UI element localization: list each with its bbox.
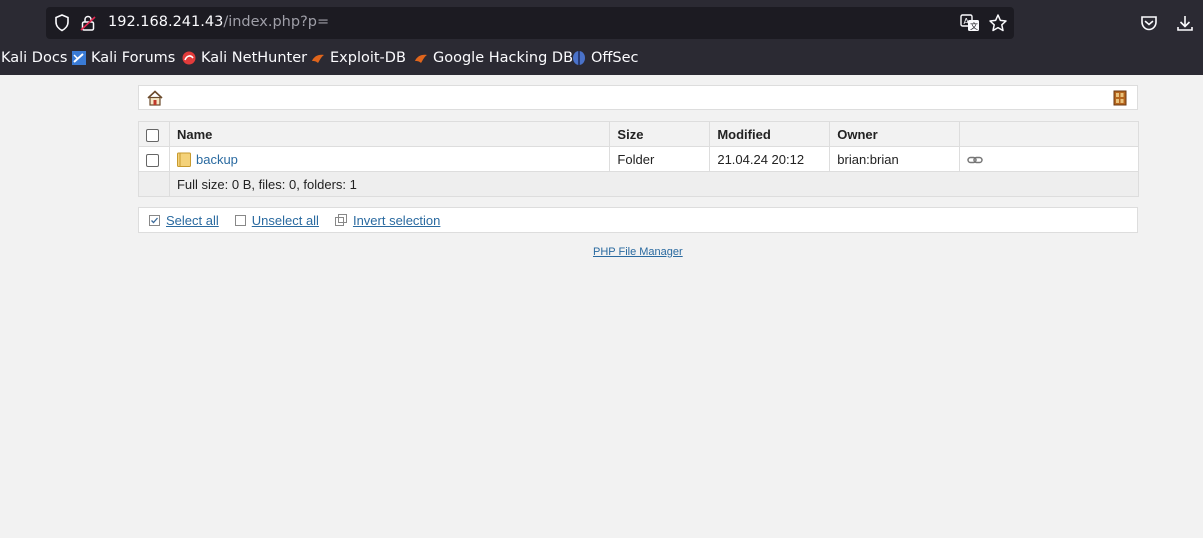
pocket-icon[interactable] xyxy=(1139,14,1159,32)
name-cell: backup xyxy=(168,146,611,172)
invert-selection-button[interactable]: Invert selection xyxy=(334,212,441,228)
folder-icon xyxy=(176,152,191,167)
bookmark-label: Google Hacking DB xyxy=(433,50,574,66)
bookmark-exploit-db[interactable]: Exploit-DB xyxy=(310,50,406,66)
column-header-owner[interactable]: Owner xyxy=(829,121,961,147)
select-all-checkbox-cell xyxy=(138,121,170,147)
bookmark-label: Kali NetHunter xyxy=(201,50,308,66)
table-summary-row: Full size: 0 B, files: 0, folders: 1 xyxy=(138,171,1140,197)
bookmarks-toolbar: Kali Docs Kali Forums Kali NetHunter Exp… xyxy=(0,46,1203,72)
url-host: 192.168.241.43 xyxy=(108,14,224,30)
google-hacking-db-icon xyxy=(415,54,427,63)
row-actions-cell xyxy=(959,146,1139,172)
modified-cell: 21.04.24 20:12 xyxy=(709,146,831,172)
translate-icon[interactable]: A 文 xyxy=(960,14,980,32)
direct-link-icon[interactable] xyxy=(967,155,983,165)
kali-nethunter-icon xyxy=(182,51,196,65)
row-checkbox[interactable] xyxy=(146,153,159,167)
selection-actions-bar: Select all Unselect all Invert selection xyxy=(138,207,1138,233)
exploit-db-icon xyxy=(312,54,324,63)
kali-forums-icon xyxy=(72,51,86,65)
php-file-manager-link[interactable]: PHP File Manager xyxy=(593,246,683,258)
summary-empty-cell xyxy=(138,171,170,197)
column-header-actions xyxy=(959,121,1139,147)
row-checkbox-cell xyxy=(138,146,170,172)
empty-box-icon xyxy=(234,214,246,226)
browser-chrome: 192.168.241.43/index.php?p= A 文 Kali Doc… xyxy=(0,0,1203,75)
folder-link-backup[interactable]: backup xyxy=(196,152,238,167)
path-bar xyxy=(138,85,1138,110)
invert-selection-icon xyxy=(334,214,347,226)
table-row: backup Folder 21.04.24 20:12 brian:brian xyxy=(138,146,1139,172)
unselect-all-button[interactable]: Unselect all xyxy=(234,212,319,228)
unselect-all-label: Unselect all xyxy=(251,212,319,228)
column-header-name[interactable]: Name xyxy=(168,121,611,147)
bookmark-offsec[interactable]: OffSec xyxy=(571,50,639,66)
insecure-lock-icon[interactable] xyxy=(80,14,96,32)
bookmark-kali-nethunter[interactable]: Kali NetHunter xyxy=(181,50,307,66)
bookmark-google-hacking-db[interactable]: Google Hacking DB xyxy=(413,50,573,66)
url-text[interactable]: 192.168.241.43/index.php?p= xyxy=(108,14,329,30)
column-header-modified[interactable]: Modified xyxy=(709,121,831,147)
url-path: /index.php?p= xyxy=(223,14,330,30)
bookmark-kali-forums[interactable]: Kali Forums xyxy=(71,50,175,66)
bookmark-label: Kali Docs xyxy=(1,50,68,66)
download-icon[interactable] xyxy=(1175,13,1195,33)
owner-cell: brian:brian xyxy=(829,146,961,172)
file-table: Name Size Modified Owner backup Folder 2… xyxy=(138,121,1140,197)
bookmark-label: Kali Forums xyxy=(91,50,176,66)
offsec-icon xyxy=(573,51,585,65)
invert-selection-label: Invert selection xyxy=(352,212,441,228)
bookmark-label: Exploit-DB xyxy=(330,50,406,66)
bookmark-star-icon[interactable] xyxy=(988,13,1008,33)
size-cell: Folder xyxy=(609,146,711,172)
column-header-size[interactable]: Size xyxy=(609,121,711,147)
select-all-button[interactable]: Select all xyxy=(149,213,219,228)
select-all-checkbox[interactable] xyxy=(146,128,159,142)
checked-box-icon xyxy=(149,214,160,226)
home-icon[interactable] xyxy=(146,89,164,107)
file-manager-page: Name Size Modified Owner backup Folder 2… xyxy=(0,75,1203,538)
select-all-label: Select all xyxy=(166,212,219,228)
logout-door-icon[interactable] xyxy=(1111,89,1129,107)
summary-text: Full size: 0 B, files: 0, folders: 1 xyxy=(168,171,1140,197)
svg-text:文: 文 xyxy=(970,21,978,31)
bookmark-kali-docs[interactable]: Kali Docs xyxy=(1,50,67,66)
tracking-protection-shield-icon[interactable] xyxy=(54,14,70,32)
bookmark-label: OffSec xyxy=(591,50,639,66)
table-header-row: Name Size Modified Owner xyxy=(138,121,1139,147)
